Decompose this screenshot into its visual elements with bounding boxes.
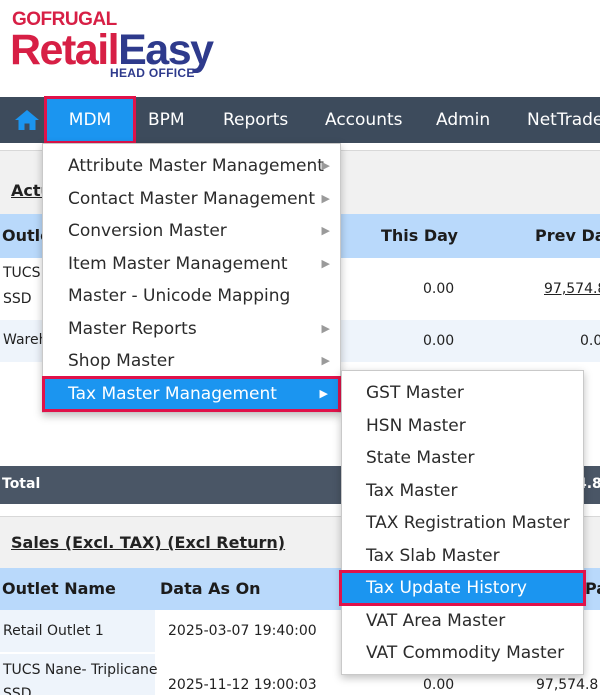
table-cell-data-as-on: 2025-11-12 19:00:03: [168, 677, 317, 693]
mdm-dropdown-menu: Attribute Master Management ▶ Contact Ma…: [42, 143, 341, 413]
nav-accounts[interactable]: Accounts: [325, 97, 403, 143]
menu-item-label: Tax Master Management: [68, 384, 277, 404]
col-header-data-as-on: Data As On: [160, 579, 261, 598]
submenu-item-tax-master[interactable]: Tax Master: [342, 475, 583, 507]
app-header: GOFRUGAL RetailEasy HEAD OFFICE: [0, 0, 600, 97]
submenu-item-tax-update-history[interactable]: Tax Update History: [339, 570, 586, 606]
menu-item-shop-master[interactable]: Shop Master ▶: [43, 345, 340, 377]
submenu-item-vat-area[interactable]: VAT Area Master: [342, 605, 583, 637]
submenu-item-state-master[interactable]: State Master: [342, 442, 583, 474]
app-root: GOFRUGAL RetailEasy HEAD OFFICE BPM Repo…: [0, 0, 600, 695]
table-cell-data-as-on: 2025-03-07 19:40:00: [168, 623, 317, 639]
menu-item-tax-master-management[interactable]: Tax Master Management ▶: [42, 376, 341, 412]
submenu-arrow-icon: ▶: [319, 387, 328, 400]
submenu-arrow-icon: ▶: [321, 322, 330, 335]
col-header-outlet-name: Outlet Name: [2, 579, 116, 598]
submenu-item-hsn-master[interactable]: HSN Master: [342, 410, 583, 442]
col-header-prev-day: Prev Da: [535, 226, 600, 245]
brand-main-part1: Retail: [10, 26, 120, 74]
submenu-arrow-icon: ▶: [321, 257, 330, 270]
menu-item-label: Contact Master Management: [68, 189, 315, 209]
menu-item-label: Conversion Master: [68, 221, 227, 241]
menu-item-item-master[interactable]: Item Master Management ▶: [43, 248, 340, 280]
nav-nettrade[interactable]: NetTrade: [527, 97, 600, 143]
table-cell-prev-day: 0.0: [580, 333, 600, 349]
table-cell-outlet: Retail Outlet 1: [3, 623, 104, 639]
table-cell-outlet: Wareh: [3, 332, 48, 348]
submenu-arrow-icon: ▶: [321, 159, 330, 172]
submenu-item-gst-master[interactable]: GST Master: [342, 377, 583, 409]
submenu-item-tax-slab[interactable]: Tax Slab Master: [342, 540, 583, 572]
section2-title[interactable]: Sales (Excl. TAX) (Excl Return): [11, 533, 285, 552]
home-button[interactable]: [10, 103, 44, 137]
nav-admin[interactable]: Admin: [436, 97, 490, 143]
menu-item-label: Shop Master: [68, 351, 175, 371]
tax-submenu: GST Master HSN Master State Master Tax M…: [341, 370, 584, 675]
menu-item-unicode-mapping[interactable]: Master - Unicode Mapping: [43, 280, 340, 312]
menu-item-label: Master - Unicode Mapping: [68, 286, 291, 306]
menu-item-master-reports[interactable]: Master Reports ▶: [43, 313, 340, 345]
table-cell-outlet-line2: SSD: [3, 291, 32, 307]
table-cell-prev: 97,574.8: [536, 677, 599, 693]
nav-reports[interactable]: Reports: [223, 97, 288, 143]
submenu-arrow-icon: ▶: [321, 224, 330, 237]
table-cell-outlet-line2: SSD: [3, 686, 32, 695]
table-cell-outlet: TUCS Nane- Triplicane: [3, 662, 158, 678]
home-icon: [15, 110, 39, 130]
col-header-this-day: This Day: [381, 226, 458, 245]
menu-item-label: Item Master Management: [68, 254, 288, 274]
table-cell-this-day: 0.00: [423, 333, 455, 349]
menu-item-label: Attribute Master Management: [68, 156, 324, 176]
submenu-arrow-icon: ▶: [321, 192, 330, 205]
col-header-edge: Pa: [585, 579, 600, 598]
table-cell-this-day: 0.00: [423, 281, 455, 297]
menu-item-conversion-master[interactable]: Conversion Master ▶: [43, 215, 340, 247]
table-cell-value: 0.00: [423, 677, 455, 693]
submenu-arrow-icon: ▶: [321, 354, 330, 367]
menu-item-label: Master Reports: [68, 319, 197, 339]
table-cell-outlet: TUCS: [3, 265, 41, 281]
total-label: Total: [2, 476, 41, 492]
nav-mdm[interactable]: MDM: [44, 96, 136, 144]
menu-item-attribute-master[interactable]: Attribute Master Management ▶: [43, 150, 340, 182]
submenu-item-vat-commodity[interactable]: VAT Commodity Master: [342, 637, 583, 669]
submenu-item-tax-registration[interactable]: TAX Registration Master: [342, 507, 583, 539]
nav-bpm[interactable]: BPM: [148, 97, 185, 143]
brand-subtitle: HEAD OFFICE: [110, 66, 195, 80]
menu-item-contact-master[interactable]: Contact Master Management ▶: [43, 183, 340, 215]
table-cell-prev-day-link[interactable]: 97,574.8: [544, 281, 600, 297]
